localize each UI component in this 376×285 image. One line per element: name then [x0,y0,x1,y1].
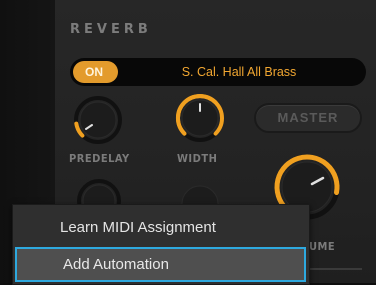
preset-selector[interactable]: S. Cal. Hall All Brass [128,58,350,86]
reverb-section-title: REVERB [70,22,152,37]
predelay-label: PREDELAY [69,152,130,165]
menu-item-learn-midi-assignment[interactable]: Learn MIDI Assignment [13,211,309,245]
predelay-knob[interactable] [70,92,126,148]
master-button[interactable]: MASTER [254,103,362,133]
volume-label: UME [309,240,336,253]
width-label: WIDTH [177,152,218,165]
width-knob[interactable] [172,90,228,146]
context-menu: Learn MIDI Assignment Add Automation [12,204,310,285]
reverb-on-toggle[interactable]: ON [73,61,118,83]
menu-item-add-automation[interactable]: Add Automation [15,247,306,282]
